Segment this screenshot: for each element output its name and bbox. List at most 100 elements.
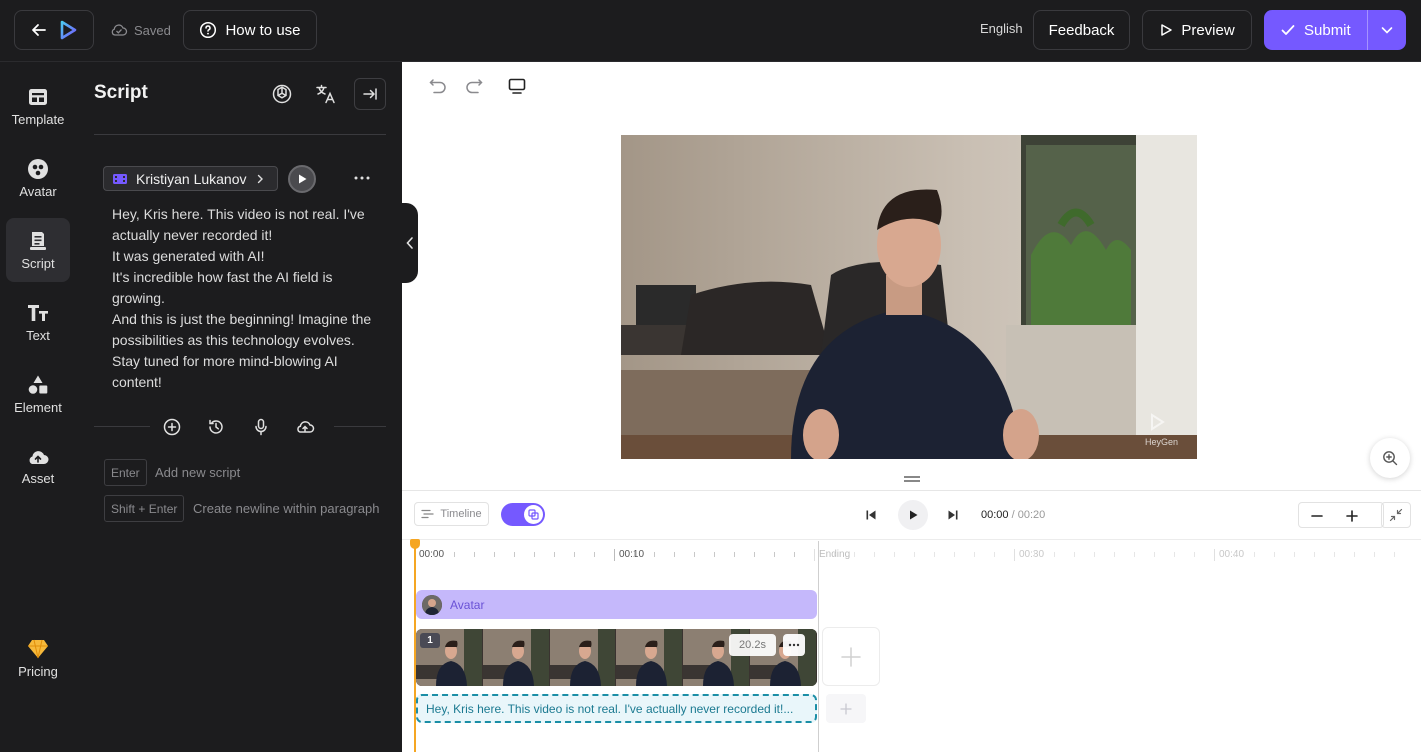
add-script-track-button[interactable]	[826, 694, 866, 723]
rail-item-label: Asset	[21, 470, 55, 486]
ruler-tick	[1374, 552, 1375, 557]
preview-button[interactable]: Preview	[1142, 10, 1252, 50]
script-toolbar	[94, 415, 386, 439]
ruler-divider	[402, 539, 1421, 540]
zoom-in-button[interactable]	[1342, 506, 1362, 526]
rail-item-avatar[interactable]: Avatar	[6, 146, 70, 210]
undo-icon	[429, 79, 446, 94]
submit-button[interactable]: Submit	[1264, 10, 1368, 50]
ruler-tick	[1314, 552, 1315, 557]
ruler-tick	[1074, 552, 1075, 557]
record-audio-button[interactable]	[251, 417, 271, 437]
scene-number-badge: 1	[420, 633, 440, 648]
avatar-film-icon	[113, 173, 127, 184]
ruler-tick	[1054, 552, 1055, 557]
rail-item-asset[interactable]: Asset	[6, 434, 70, 498]
skip-forward-button[interactable]	[942, 504, 964, 526]
rail-item-text[interactable]: Text	[6, 290, 70, 354]
resize-handle[interactable]	[904, 476, 920, 482]
submit-dropdown-button[interactable]	[1368, 10, 1406, 50]
avatar-thumbnail	[422, 594, 442, 615]
preview-label: Preview	[1181, 21, 1235, 39]
add-script-button[interactable]	[162, 417, 182, 437]
ruler-tick	[754, 552, 755, 557]
pause-insert-button[interactable]	[206, 417, 226, 437]
playhead-handle[interactable]	[410, 539, 420, 549]
avatar-track[interactable]: Avatar	[416, 590, 817, 619]
fit-timeline-button[interactable]	[1381, 502, 1411, 528]
text-icon	[28, 304, 48, 321]
zoom-out-button[interactable]	[1307, 506, 1327, 526]
ruler-tick	[1254, 552, 1255, 557]
undo-button[interactable]	[426, 74, 450, 98]
play-pause-button[interactable]	[898, 500, 928, 530]
time-readout: 00:00 / 00:20	[981, 509, 1045, 521]
scene-more-button[interactable]	[783, 634, 805, 656]
timeline-toggle-button[interactable]: Timeline	[414, 502, 489, 526]
rail-item-element[interactable]: Element	[6, 362, 70, 426]
plus-icon	[1346, 510, 1358, 522]
timeline-label: Timeline	[440, 508, 482, 520]
upload-audio-button[interactable]	[295, 417, 315, 437]
skip-back-icon	[866, 510, 876, 520]
skip-forward-icon	[948, 510, 958, 520]
pricing-label: Pricing	[18, 663, 58, 679]
feedback-label: Feedback	[1048, 21, 1115, 39]
ruler-tick	[794, 552, 795, 557]
openai-button[interactable]	[270, 82, 294, 106]
play-script-button[interactable]	[288, 165, 316, 193]
collapse-panel-button[interactable]	[354, 78, 386, 110]
timeline: Timeline 00:00 / 00:20 00:00 00:10 Endin…	[402, 490, 1421, 752]
script-more-button[interactable]	[350, 168, 374, 188]
zoom-canvas-button[interactable]	[1370, 438, 1410, 478]
panel-title: Script	[94, 82, 148, 103]
how-to-use-button[interactable]: How to use	[183, 10, 317, 50]
playhead[interactable]	[414, 541, 416, 752]
add-scene-button[interactable]	[822, 627, 880, 686]
cloud-check-icon	[111, 24, 128, 36]
ruler-tick	[434, 552, 435, 557]
ruler-tick	[894, 552, 895, 557]
rail-item-template[interactable]: Template	[6, 74, 70, 138]
watermark-text: HeyGen	[1145, 437, 1178, 447]
script-icon	[30, 231, 46, 250]
ruler-tick	[854, 552, 855, 557]
template-icon	[29, 88, 47, 105]
avatar-name: Kristiyan Lukanov	[136, 170, 247, 187]
ending-marker	[818, 541, 819, 752]
rail-item-label: Text	[26, 327, 50, 343]
ruler-tick	[1154, 552, 1155, 557]
ruler-tick	[1194, 552, 1195, 557]
layer-toggle-switch[interactable]	[501, 503, 545, 526]
avatar-selector[interactable]: Kristiyan Lukanov	[103, 166, 278, 191]
skip-back-button[interactable]	[860, 504, 882, 526]
ruler-tick	[634, 552, 635, 557]
submit-label: Submit	[1304, 21, 1351, 39]
aspect-ratio-button[interactable]	[505, 74, 529, 98]
script-line: And this is just the beginning! Imagine …	[112, 311, 372, 390]
saved-status: Saved	[110, 20, 171, 40]
video-preview[interactable]: HeyGen	[621, 135, 1197, 459]
timeline-icon	[421, 509, 435, 519]
collapse-panel-tab[interactable]	[402, 203, 418, 283]
rail-item-pricing[interactable]: Pricing	[6, 622, 70, 694]
rail-item-script[interactable]: Script	[6, 218, 70, 282]
translate-button[interactable]	[314, 82, 338, 106]
feedback-button[interactable]: Feedback	[1033, 10, 1130, 50]
script-track-text: Hey, Kris here. This video is not real. …	[426, 701, 794, 716]
play-outline-icon	[1161, 24, 1173, 36]
back-home-button[interactable]	[14, 10, 94, 50]
collapse-right-icon	[363, 88, 377, 100]
script-editor[interactable]: Hey, Kris here. This video is not real. …	[112, 204, 382, 393]
scene-duration: 20.2s	[729, 634, 776, 656]
redo-button[interactable]	[462, 74, 486, 98]
ruler-tick	[714, 552, 715, 557]
ruler-tick	[1134, 552, 1135, 557]
switch-knob	[524, 505, 543, 524]
language-selector[interactable]: English	[980, 21, 1023, 36]
ruler-tick	[874, 552, 875, 557]
script-track[interactable]: Hey, Kris here. This video is not real. …	[416, 694, 817, 723]
ruler-tick	[534, 552, 535, 557]
ruler-tick	[1034, 552, 1035, 557]
script-line: It was generated with AI!	[112, 248, 265, 264]
